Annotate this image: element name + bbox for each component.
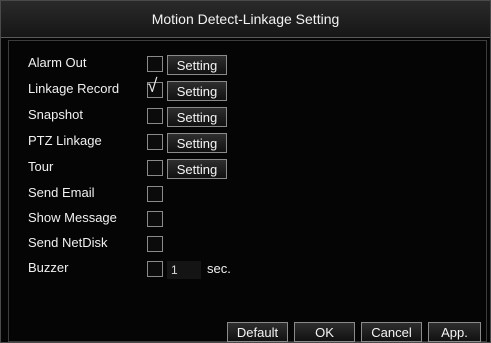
row-snapshot: Snapshot Setting	[9, 105, 479, 129]
buzzer-unit-label: sec.	[207, 261, 231, 276]
default-button[interactable]: Default	[227, 322, 288, 342]
send-netdisk-checkbox[interactable]	[147, 236, 163, 252]
row-linkage-record: Linkage Record √ Setting	[9, 77, 479, 103]
checkmark-icon: √	[147, 76, 158, 97]
ptz-linkage-label: PTZ Linkage	[28, 133, 102, 148]
tour-setting-button[interactable]: Setting	[167, 159, 227, 179]
linkage-record-label: Linkage Record	[28, 81, 120, 96]
cancel-button[interactable]: Cancel	[361, 322, 422, 342]
send-email-checkbox[interactable]	[147, 186, 163, 202]
linkage-record-setting-button[interactable]: Setting	[167, 81, 227, 101]
send-email-label: Send Email	[28, 185, 95, 200]
snapshot-checkbox[interactable]	[147, 108, 163, 124]
snapshot-setting-button[interactable]: Setting	[167, 107, 227, 127]
alarm-out-checkbox[interactable]	[147, 56, 163, 72]
row-buzzer: Buzzer 1 sec.	[9, 258, 479, 282]
send-netdisk-label: Send NetDisk	[28, 235, 108, 250]
row-send-email: Send Email	[9, 183, 479, 207]
tour-checkbox[interactable]	[147, 160, 163, 176]
row-alarm-out: Alarm Out Setting	[9, 53, 479, 77]
row-send-netdisk: Send NetDisk	[9, 233, 479, 257]
row-tour: Tour Setting	[9, 157, 479, 181]
linkage-record-checkbox[interactable]: √	[147, 77, 163, 98]
row-ptz-linkage: PTZ Linkage Setting	[9, 131, 479, 155]
tour-label: Tour	[28, 159, 54, 174]
ptz-linkage-setting-button[interactable]: Setting	[167, 133, 227, 153]
ok-button[interactable]: OK	[294, 322, 355, 342]
dialog-title: Motion Detect-Linkage Setting	[1, 1, 490, 38]
alarm-out-setting-button[interactable]: Setting	[167, 55, 227, 75]
buzzer-duration-input[interactable]: 1	[167, 261, 201, 279]
show-message-checkbox[interactable]	[147, 211, 163, 227]
buzzer-checkbox[interactable]	[147, 261, 163, 277]
linkage-setting-dialog: Motion Detect-Linkage Setting Alarm Out …	[0, 0, 491, 343]
linkage-options-panel: Alarm Out Setting Linkage Record √ Setti…	[8, 40, 487, 342]
show-message-label: Show Message	[28, 210, 117, 225]
buzzer-label: Buzzer	[28, 260, 69, 275]
apply-button[interactable]: App.	[428, 322, 481, 342]
alarm-out-label: Alarm Out	[28, 55, 87, 70]
row-show-message: Show Message	[9, 208, 479, 232]
snapshot-label: Snapshot	[28, 107, 83, 122]
ptz-linkage-checkbox[interactable]	[147, 134, 163, 150]
